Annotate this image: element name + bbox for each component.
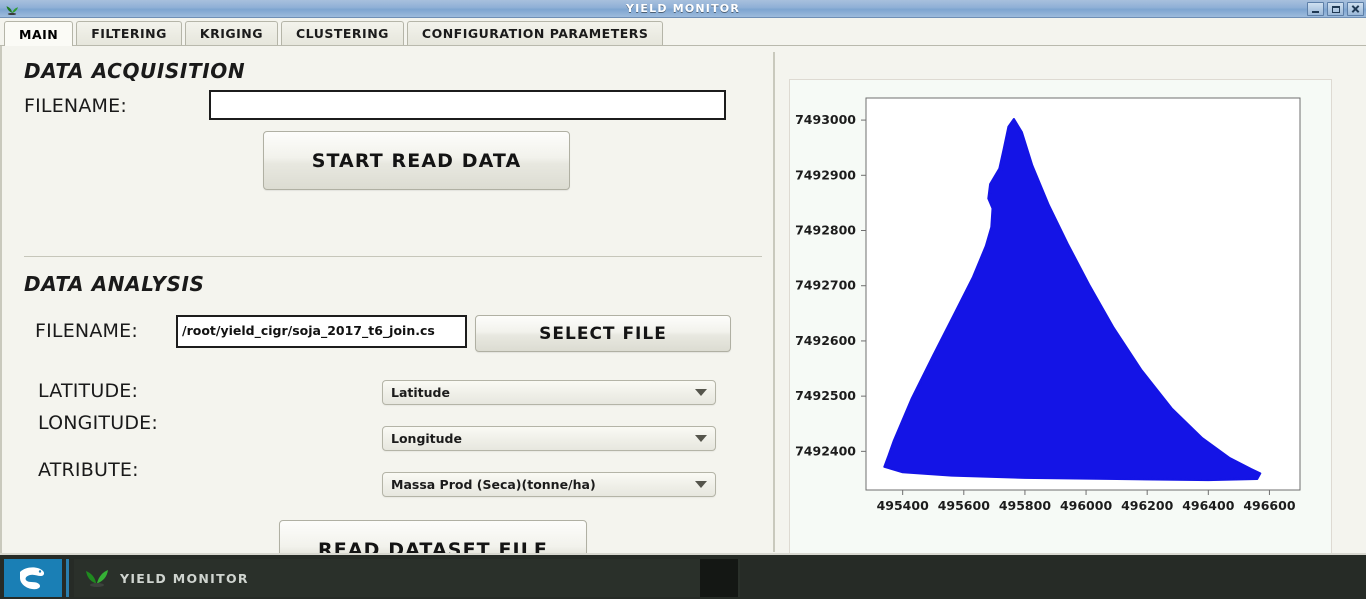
svg-text:496600: 496600	[1243, 498, 1295, 513]
bird-logo-icon	[20, 567, 45, 590]
plot-canvas: 7492400 7492500 7492600 7492700 7492800 74929…	[790, 80, 1331, 557]
longitude-label: LONGITUDE:	[38, 412, 158, 434]
svg-text:496000: 496000	[1060, 498, 1112, 513]
svg-text:495600: 495600	[938, 498, 990, 513]
svg-text:7492800: 7492800	[795, 223, 856, 238]
latitude-select[interactable]: Latitude	[382, 380, 716, 405]
tab-filtering[interactable]: FILTERING	[76, 21, 182, 45]
select-file-button[interactable]: SELECT FILE	[475, 315, 731, 352]
chevron-down-icon	[695, 435, 707, 442]
content-area: DATA ACQUISITION FILENAME: START READ DA…	[0, 46, 1366, 579]
atribute-select-value: Massa Prod (Seca)(tonne/ha)	[391, 477, 596, 492]
taskbar-item-label: YIELD MONITOR	[120, 570, 249, 586]
svg-text:7492700: 7492700	[795, 278, 856, 293]
tab-main[interactable]: MAIN	[4, 21, 74, 46]
minimize-icon	[1312, 10, 1319, 13]
title-bar: YIELD MONITOR	[0, 0, 1366, 18]
svg-text:7493000: 7493000	[795, 112, 856, 127]
pane-divider[interactable]	[773, 52, 775, 552]
window-controls	[1307, 2, 1364, 16]
latitude-select-value: Latitude	[391, 385, 450, 400]
yield-map-plot[interactable]: 7492400 7492500 7492600 7492700 7492800 74929…	[789, 79, 1332, 558]
chevron-down-icon	[695, 389, 707, 396]
section-separator	[24, 256, 762, 257]
longitude-select[interactable]: Longitude	[382, 426, 716, 451]
start-read-data-button[interactable]: START READ DATA	[263, 131, 570, 190]
application-window: YIELD MONITOR MAIN FILTERING KRIGING CLU…	[0, 0, 1366, 579]
data-acquisition-heading: DATA ACQUISITION	[24, 59, 246, 83]
svg-text:7492400: 7492400	[795, 443, 856, 458]
plant-icon	[84, 565, 110, 591]
close-button[interactable]	[1347, 2, 1364, 16]
tab-clustering[interactable]: CLUSTERING	[281, 21, 404, 45]
maximize-icon	[1331, 5, 1340, 13]
taskbar-separator	[66, 559, 69, 597]
svg-text:7492900: 7492900	[795, 167, 856, 182]
svg-text:7492500: 7492500	[795, 388, 856, 403]
svg-text:7492600: 7492600	[795, 333, 856, 348]
taskbar-item-yield-monitor[interactable]: YIELD MONITOR	[74, 559, 740, 597]
svg-text:495800: 495800	[999, 498, 1051, 513]
chevron-down-icon	[695, 481, 707, 488]
start-button[interactable]	[4, 559, 62, 597]
tab-kriging[interactable]: KRIGING	[184, 21, 278, 45]
latitude-label: LATITUDE:	[38, 380, 139, 402]
window-title: YIELD MONITOR	[625, 2, 741, 15]
acquisition-filename-label: FILENAME:	[24, 95, 127, 117]
atribute-label: ATRIBUTE:	[38, 459, 139, 481]
close-icon	[1351, 5, 1360, 13]
plot-pane: 7492400 7492500 7492600 7492700 7492800 74929…	[777, 46, 1366, 558]
tab-configuration-parameters[interactable]: CONFIGURATION PARAMETERS	[406, 21, 664, 45]
svg-text:495400: 495400	[877, 498, 929, 513]
tab-bar: MAIN FILTERING KRIGING CLUSTERING CONFIG…	[0, 18, 1366, 46]
svg-text:496400: 496400	[1182, 498, 1234, 513]
taskbar-tray-slot	[700, 559, 738, 597]
acquisition-filename-input[interactable]	[209, 90, 726, 120]
minimize-button[interactable]	[1307, 2, 1324, 16]
atribute-select[interactable]: Massa Prod (Seca)(tonne/ha)	[382, 472, 716, 497]
taskbar: YIELD MONITOR	[0, 553, 1366, 599]
data-analysis-heading: DATA ANALYSIS	[24, 272, 205, 296]
maximize-button[interactable]	[1327, 2, 1344, 16]
longitude-select-value: Longitude	[391, 431, 462, 446]
analysis-filename-input[interactable]: /root/yield_cigr/soja_2017_t6_join.cs	[176, 315, 467, 348]
form-pane: DATA ACQUISITION FILENAME: START READ DA…	[0, 46, 773, 579]
svg-text:496200: 496200	[1121, 498, 1173, 513]
analysis-filename-label: FILENAME:	[35, 320, 138, 342]
